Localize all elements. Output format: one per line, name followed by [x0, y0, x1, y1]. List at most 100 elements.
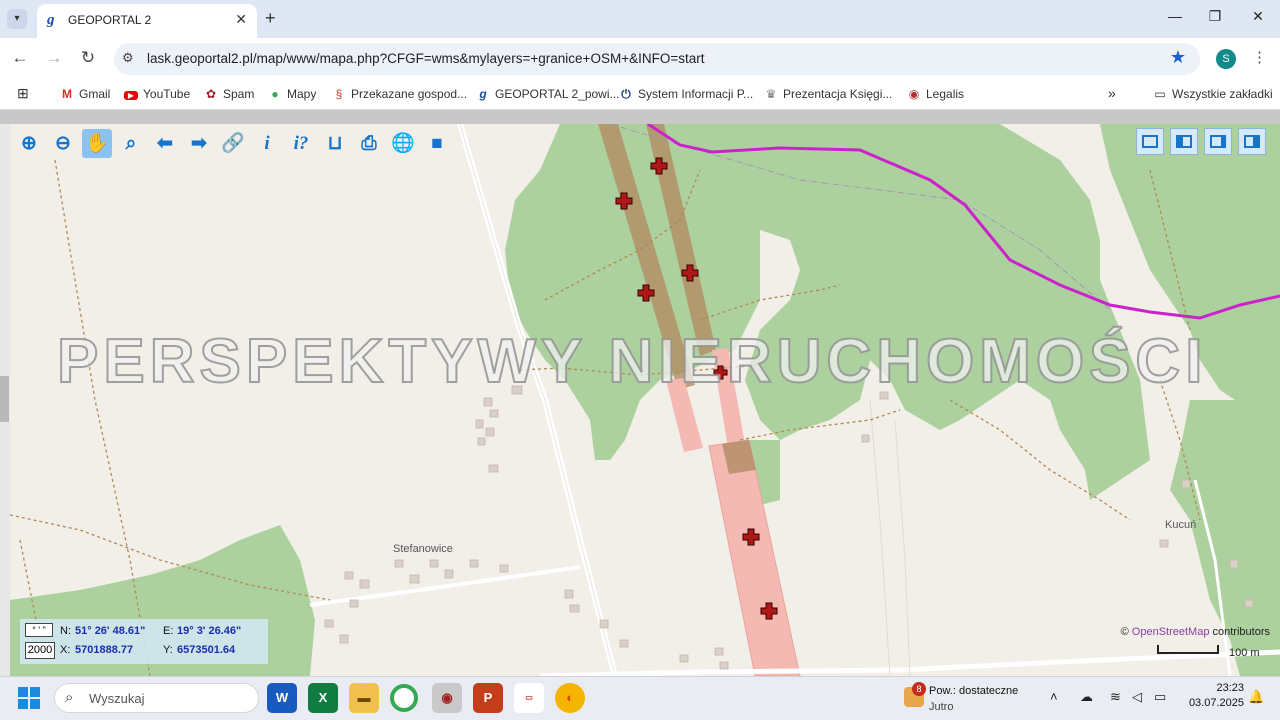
- taskbar-search[interactable]: ⌕ Wyszukaj: [54, 683, 259, 713]
- spam-icon: ✿: [205, 87, 217, 101]
- forward-arrow-icon[interactable]: ➡: [184, 129, 214, 158]
- all-bookmarks-folder[interactable]: ▭ Wszystkie zakładki: [1153, 87, 1272, 101]
- tab-geoportal[interactable]: g GEOPORTAL 2 ✕: [37, 4, 257, 38]
- url-field[interactable]: ⚙ lask.geoportal2.pl/map/www/mapa.php?CF…: [114, 43, 1200, 75]
- battery-icon[interactable]: ▭: [1154, 689, 1166, 705]
- layout-full-icon[interactable]: [1136, 128, 1164, 155]
- maps-icon: ●: [271, 87, 279, 101]
- print-icon[interactable]: ⎙: [354, 129, 384, 158]
- taskbar: ⌕ Wyszukaj W X ▬ ◉ P ▭ ◐ 8 Pow.: dostate…: [0, 676, 1280, 720]
- volume-icon[interactable]: ◁: [1132, 689, 1142, 705]
- x-value: 5701888.77: [75, 644, 134, 656]
- pdf-app-icon[interactable]: ▭: [514, 683, 544, 713]
- tray-chevron-icon[interactable]: ˄: [1050, 689, 1058, 704]
- geoportal-favicon-icon: g: [47, 12, 55, 28]
- search-placeholder: Wyszukaj: [89, 691, 145, 706]
- info-query-icon[interactable]: i?: [286, 129, 316, 158]
- bookmark-maps[interactable]: ● Mapy: [268, 87, 316, 101]
- power-icon: ⏻: [621, 87, 631, 101]
- layout-panel-icon[interactable]: [1238, 128, 1266, 155]
- layout-split-icon[interactable]: [1170, 128, 1198, 155]
- minimize-button[interactable]: —: [1165, 8, 1185, 24]
- notification-bell-icon[interactable]: 🔔: [1248, 689, 1264, 705]
- coord-format-toggle[interactable]: ° ' ": [25, 623, 53, 637]
- clock-time: 23:23: [1216, 682, 1244, 694]
- browser-app-icon[interactable]: ◐: [555, 683, 585, 713]
- file-explorer-icon[interactable]: ▬: [349, 683, 379, 713]
- url-text: lask.geoportal2.pl/map/www/mapa.php?CFGF…: [147, 51, 705, 66]
- layout-toolbar: [1136, 128, 1276, 158]
- scale-label: 100 m: [1229, 647, 1260, 659]
- globe-icon[interactable]: 🌐: [388, 129, 418, 158]
- wifi-icon[interactable]: ≋: [1110, 689, 1121, 705]
- bookmark-prezentacja[interactable]: ♛ Prezentacja Księgi...: [764, 87, 893, 101]
- site-settings-icon[interactable]: ⚙: [122, 50, 134, 66]
- close-window-button[interactable]: ✕: [1248, 8, 1268, 25]
- paragraph-icon: §: [335, 87, 343, 101]
- browser-menu-icon[interactable]: ⋮: [1252, 48, 1267, 66]
- geoportal-icon: g: [479, 87, 487, 101]
- search-icon: ⌕: [65, 689, 74, 706]
- bookmark-spam[interactable]: ✿ Spam: [204, 87, 254, 101]
- map-canvas[interactable]: PERSPEKTYWY NIERUCHOMOŚCI Stefanowice Ku…: [10, 124, 1280, 676]
- reload-button[interactable]: ↻: [77, 48, 99, 68]
- tab-search-button[interactable]: ▾: [7, 9, 27, 29]
- y-value: 6573501.64: [177, 644, 236, 656]
- bookmark-gmail[interactable]: M Gmail: [60, 87, 110, 101]
- tab-bar: ▾ g GEOPORTAL 2 ✕ + — ❐ ✕: [0, 0, 1280, 38]
- forest-areas: [10, 124, 1280, 676]
- zoom-out-icon[interactable]: ⊖: [48, 129, 78, 158]
- word-icon[interactable]: W: [267, 683, 297, 713]
- bookmark-legalis[interactable]: ◉ Legalis: [907, 87, 964, 101]
- e-label: E:: [163, 625, 174, 637]
- apps-grid-icon[interactable]: ⊞: [17, 85, 29, 102]
- back-arrow-icon[interactable]: ⬅: [150, 129, 180, 158]
- place-label-village-2: Kucuń: [1165, 519, 1197, 531]
- info-icon[interactable]: i: [252, 129, 282, 158]
- measure-icon[interactable]: ⊔: [320, 129, 350, 158]
- weather-line-1: Pow.: dostateczne: [929, 685, 1019, 697]
- side-panel-handle[interactable]: [0, 124, 10, 676]
- more-bookmarks-icon[interactable]: »: [1108, 85, 1116, 101]
- profile-avatar[interactable]: S: [1216, 49, 1236, 69]
- powerpoint-icon[interactable]: P: [473, 683, 503, 713]
- tab-title: GEOPORTAL 2: [68, 13, 152, 27]
- n-value: 51° 26' 48.61": [75, 625, 146, 637]
- n-label: N:: [60, 625, 71, 637]
- back-button[interactable]: ←: [9, 48, 31, 68]
- onedrive-off-icon[interactable]: ☁: [1080, 689, 1093, 705]
- attribution-suffix: contributors: [1212, 626, 1270, 638]
- watermark-text: PERSPEKTYWY NIERUCHOMOŚCI: [56, 326, 1208, 397]
- bookmark-star-icon[interactable]: ★: [1170, 47, 1186, 68]
- camera-icon[interactable]: ■: [422, 129, 452, 158]
- bookmark-youtube[interactable]: ▶ YouTube: [124, 87, 190, 101]
- app-seal-icon[interactable]: ◉: [432, 683, 462, 713]
- scale-input[interactable]: 2000: [25, 642, 55, 659]
- place-label-village: Stefanowice: [393, 543, 453, 555]
- pan-hand-icon[interactable]: ✋: [82, 129, 112, 158]
- tab-close-icon[interactable]: ✕: [235, 11, 247, 28]
- zoom-box-icon[interactable]: ⌕: [116, 129, 146, 158]
- bookmark-geoportal[interactable]: g GEOPORTAL 2_powi...: [476, 87, 619, 101]
- layout-export-icon[interactable]: [1204, 128, 1232, 155]
- bookmark-przekazane[interactable]: § Przekazane gospod...: [332, 87, 467, 101]
- zoom-in-icon[interactable]: ⊕: [14, 129, 44, 158]
- bookmark-system-informacji[interactable]: ⏻ System Informacji P...: [619, 87, 753, 102]
- scale-bar: [1157, 645, 1219, 654]
- map-layers: [10, 124, 1280, 676]
- legalis-icon: ◉: [908, 87, 920, 101]
- clock[interactable]: 23:23 03.07.2025: [1184, 682, 1244, 709]
- maximize-button[interactable]: ❐: [1205, 8, 1225, 25]
- osm-link[interactable]: OpenStreetMap: [1132, 626, 1210, 638]
- folder-icon: ▭: [1154, 87, 1166, 101]
- weather-badge: 8: [912, 682, 926, 696]
- new-tab-button[interactable]: +: [265, 8, 276, 29]
- windows-start-icon[interactable]: [18, 687, 40, 709]
- link-icon[interactable]: 🔗: [218, 129, 248, 158]
- excel-icon[interactable]: X: [308, 683, 338, 713]
- chrome-icon[interactable]: [390, 684, 418, 712]
- forward-button[interactable]: →: [43, 48, 65, 68]
- weather-widget[interactable]: 8 Pow.: dostateczne Jutro: [900, 682, 1040, 716]
- copyright-symbol: ©: [1120, 626, 1129, 638]
- page-top-strip: [0, 110, 1280, 124]
